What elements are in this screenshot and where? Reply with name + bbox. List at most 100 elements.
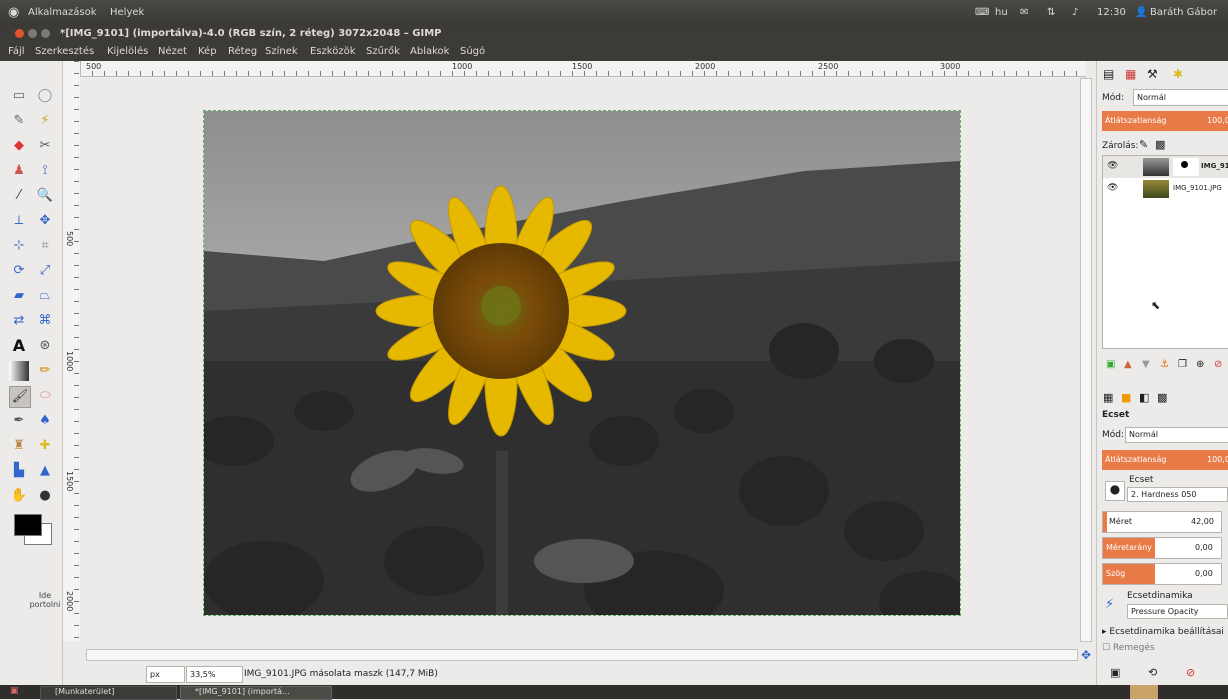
layer-row[interactable]: 👁 IMG_91... [1103, 156, 1228, 178]
aspect-spinner[interactable]: Méretarány 0,00 [1102, 537, 1222, 559]
tool-opacity-slider[interactable]: Átlátszatlanság 100,0 [1102, 450, 1228, 470]
anchor-layer-icon[interactable]: ⚓ [1160, 359, 1169, 370]
rect-select-icon[interactable]: ▭ [9, 86, 29, 106]
perspective-icon[interactable]: ⏢ [35, 286, 55, 306]
layer-row[interactable]: 👁 IMG_9101.JPG [1103, 178, 1228, 200]
color-picker-icon[interactable]: ⁄ [9, 186, 29, 206]
keyboard-icon[interactable]: ⌨ [975, 7, 989, 18]
text-icon[interactable]: A [9, 336, 29, 356]
taskbar-item[interactable]: *[IMG_9101] (importá... [180, 686, 332, 700]
color-select-icon[interactable]: ◆ [9, 136, 29, 156]
patterns-tab-icon[interactable]: ▩ [1157, 391, 1167, 404]
delete-layer-icon[interactable]: ⊘ [1214, 359, 1222, 370]
menu-places[interactable]: Helyek [110, 7, 144, 18]
menu-edit[interactable]: Szerkesztés [35, 46, 94, 57]
size-spinner[interactable]: Méret 42,00 [1102, 511, 1222, 533]
close-icon[interactable] [15, 29, 24, 38]
pencil-icon[interactable]: ✏ [35, 361, 55, 381]
blur-icon[interactable]: ▲ [35, 461, 55, 481]
heal-icon[interactable]: ✚ [35, 436, 55, 456]
unit-select[interactable]: px [146, 666, 185, 683]
menu-file[interactable]: Fájl [8, 46, 25, 57]
keyboard-layout[interactable]: hu [995, 7, 1008, 18]
perspective-clone-icon[interactable]: ▙ [9, 461, 29, 481]
dynamics-field[interactable]: Pressure Opacity [1127, 604, 1228, 619]
eye-icon[interactable]: 👁 [1107, 161, 1118, 171]
scissors-icon[interactable]: ✂ [35, 136, 55, 156]
menu-windows[interactable]: Ablakok [410, 46, 449, 57]
clone-icon[interactable]: ♜ [9, 436, 29, 456]
rotate-icon[interactable]: ⟳ [9, 261, 29, 281]
layers-opacity-slider[interactable]: Átlátszatlanság 100,0 [1102, 111, 1228, 131]
gradients-tab-icon[interactable]: ◧ [1139, 391, 1149, 404]
taskbar-item[interactable]: [Munkaterület] [40, 686, 177, 700]
paths-tab-icon[interactable]: ⚒ [1147, 67, 1158, 81]
angle-spinner[interactable]: Szög 0,00 [1102, 563, 1222, 585]
show-desktop-icon[interactable]: ▣ [10, 686, 19, 696]
bucket-fill-icon[interactable]: ⊛ [35, 336, 55, 356]
tool-options-tab-icon[interactable]: ▦ [1103, 391, 1113, 404]
airbrush-icon[interactable]: ✒ [9, 411, 29, 431]
flip-icon[interactable]: ⇄ [9, 311, 29, 331]
restore-options-icon[interactable]: ⟲ [1148, 666, 1157, 679]
lower-layer-icon[interactable]: ▼ [1142, 359, 1150, 370]
clock[interactable]: 12:30 [1097, 7, 1126, 18]
layers-list[interactable]: 👁 IMG_91... 👁 IMG_9101.JPG ⬉ [1102, 155, 1228, 349]
menu-filters[interactable]: Szűrők [366, 46, 400, 57]
paths-icon[interactable]: ⟟ [35, 161, 55, 181]
tool-mode-select[interactable]: Normál [1125, 427, 1228, 443]
raise-layer-icon[interactable]: ▲ [1124, 359, 1132, 370]
lock-alpha-icon[interactable]: ▩ [1155, 138, 1165, 151]
maximize-icon[interactable] [41, 29, 50, 38]
duplicate-layer-icon[interactable]: ❐ [1178, 359, 1187, 370]
dodge-burn-icon[interactable]: ● [35, 486, 55, 506]
merge-layer-icon[interactable]: ⊕ [1196, 359, 1204, 370]
smudge-icon[interactable]: ✋ [9, 486, 29, 506]
menu-view[interactable]: Nézet [158, 46, 187, 57]
undo-tab-icon[interactable]: ✱ [1173, 67, 1183, 81]
scale-icon[interactable]: ⤢ [35, 261, 55, 281]
minimize-icon[interactable] [28, 29, 37, 38]
image-canvas[interactable] [203, 110, 961, 616]
ellipse-select-icon[interactable]: ◯ [35, 86, 55, 106]
foreground-select-icon[interactable]: ♟ [9, 161, 29, 181]
align-icon[interactable]: ⊹ [9, 236, 29, 256]
free-select-icon[interactable]: ✎ [9, 111, 29, 131]
menu-tools[interactable]: Eszközök [310, 46, 356, 57]
brush-preview-button[interactable]: ● [1105, 481, 1125, 501]
lock-pixels-icon[interactable]: ✎ [1139, 138, 1148, 151]
sunflower-photo[interactable] [204, 111, 960, 615]
delete-options-icon[interactable]: ⊘ [1186, 666, 1195, 679]
brushes-tab-icon[interactable]: ■ [1121, 391, 1131, 404]
new-layer-icon[interactable]: ▣ [1106, 359, 1115, 370]
network-icon[interactable]: ⇅ [1047, 7, 1055, 18]
ink-icon[interactable]: ♠ [35, 411, 55, 431]
brush-name-field[interactable]: 2. Hardness 050 [1127, 487, 1228, 502]
move-icon[interactable]: ✥ [35, 211, 55, 231]
dynamics-options-expander[interactable]: ▸ Ecsetdinamika beállításai [1102, 627, 1224, 637]
layers-tab-icon[interactable]: ▤ [1103, 67, 1114, 81]
measure-icon[interactable]: ⟂ [9, 211, 29, 231]
horizontal-scrollbar[interactable] [86, 649, 1078, 661]
mail-icon[interactable]: ✉ [1020, 7, 1028, 18]
vertical-scrollbar[interactable] [1080, 78, 1092, 642]
cage-icon[interactable]: ⌘ [35, 311, 55, 331]
blend-icon[interactable] [9, 361, 29, 381]
menu-layer[interactable]: Réteg [228, 46, 257, 57]
volume-icon[interactable]: ♪ [1072, 7, 1078, 18]
menu-help[interactable]: Súgó [460, 46, 485, 57]
layers-mode-select[interactable]: Normál [1133, 89, 1228, 106]
zoom-select[interactable]: 33,5% [186, 666, 243, 683]
eye-icon[interactable]: 👁 [1107, 183, 1118, 193]
workspace-switcher-icon[interactable] [1130, 685, 1158, 699]
fuzzy-select-icon[interactable]: ⚡ [35, 111, 55, 131]
dynamics-icon[interactable]: ⚡ [1105, 597, 1123, 615]
crop-icon[interactable]: ⌗ [35, 236, 55, 256]
paintbrush-icon[interactable]: 🖌 [9, 386, 31, 408]
channels-tab-icon[interactable]: ▦ [1125, 67, 1136, 81]
zoom-icon[interactable]: 🔍 [35, 186, 55, 206]
user-name[interactable]: Baráth Gábor [1150, 7, 1217, 18]
menu-select[interactable]: Kijelölés [107, 46, 148, 57]
save-options-icon[interactable]: ▣ [1110, 666, 1120, 679]
eraser-icon[interactable]: ⬭ [35, 386, 55, 406]
